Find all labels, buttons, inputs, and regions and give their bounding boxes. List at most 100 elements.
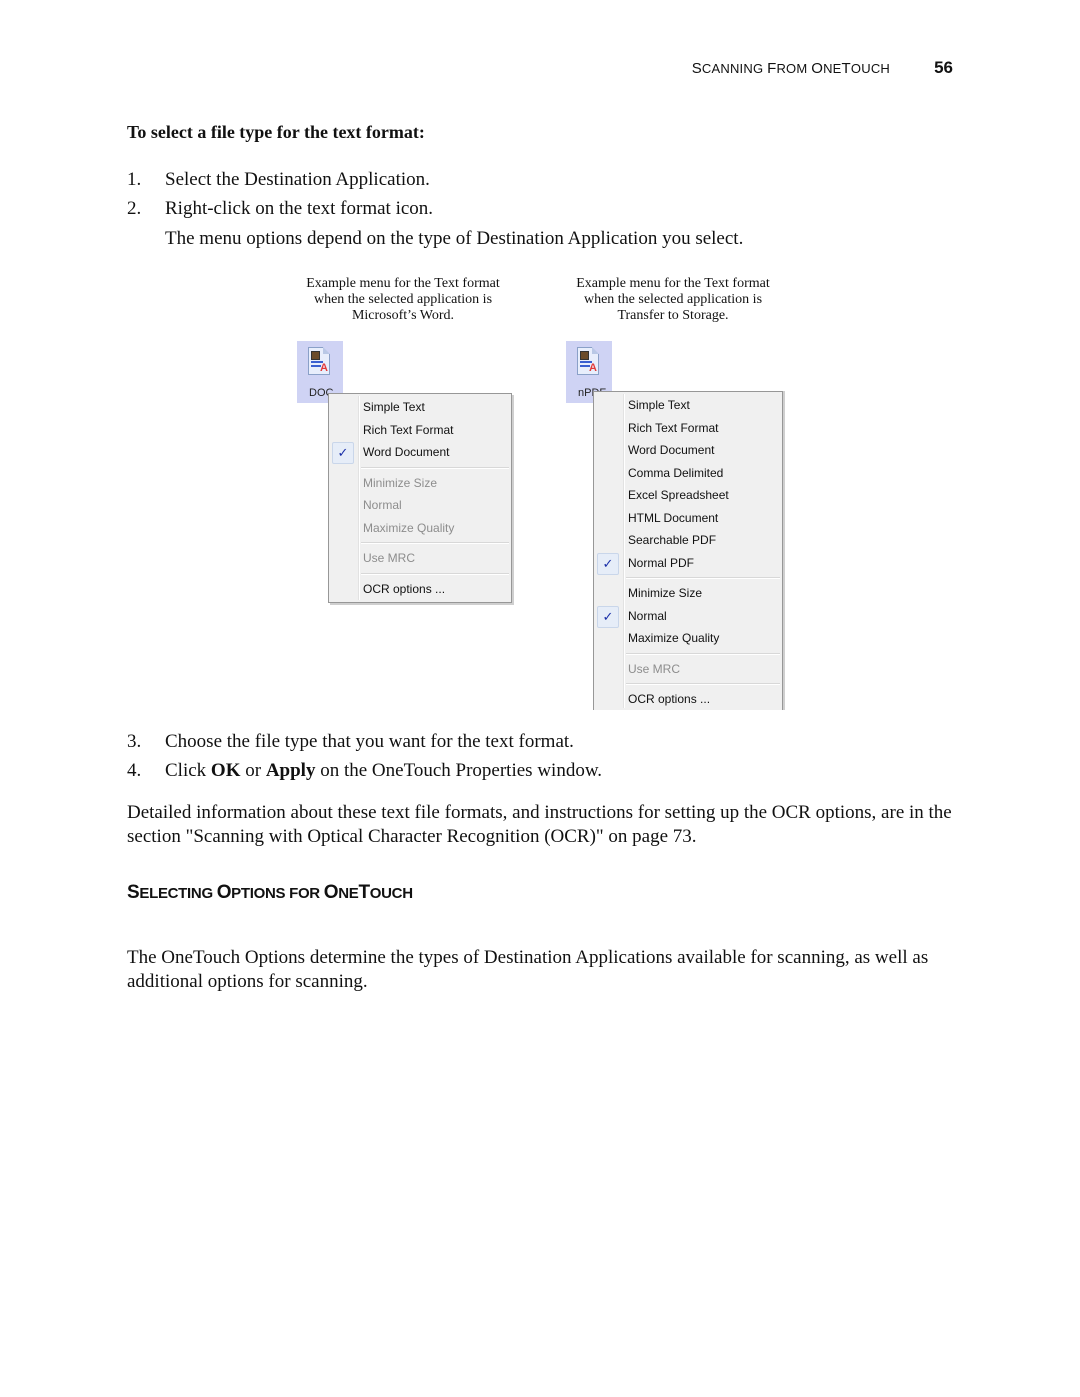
step-text: Choose the file type that you want for t…: [165, 731, 574, 752]
menu-item-simple-text[interactable]: Simple Text: [594, 394, 782, 417]
apply-label: Apply: [265, 760, 316, 781]
menu-item-label: Use MRC: [363, 551, 416, 565]
menu-item-minimize-size: Minimize Size: [329, 472, 511, 495]
smallcap-rest: OUCH: [850, 61, 890, 76]
context-menu-word: Simple Text Rich Text Format ✓ Word Documen…: [328, 393, 512, 603]
step-text: Click: [165, 760, 211, 781]
figure-caption-word: Example menu for the Text format when th…: [283, 276, 523, 324]
step-number: 2.: [127, 198, 142, 219]
menu-item-label: Normal PDF: [628, 555, 695, 570]
smallcap-rest: NE: [338, 885, 359, 902]
checkmark-icon: ✓: [597, 552, 619, 575]
menu-item-label: Word Document: [363, 445, 450, 459]
menu-item-label: Minimize Size: [628, 586, 703, 600]
ok-label: OK: [210, 760, 241, 781]
menu-item-label: OCR options ...: [363, 581, 446, 596]
section-heading: SELECTING OPTIONS FOR ONETOUCH: [127, 882, 413, 904]
menu-separator: [361, 466, 509, 469]
step-text: Select the Destination Application.: [165, 169, 430, 190]
menu-item-label: Use MRC: [628, 661, 681, 676]
caption-line: Transfer to Storage.: [617, 308, 729, 323]
menu-item-normal-pdf[interactable]: ✓ Normal PDF: [594, 552, 782, 575]
picture-glyph: [311, 351, 320, 360]
page-number: 56: [934, 58, 953, 77]
step-number: 3.: [127, 731, 142, 752]
procedure-heading: To select a file type for the text forma…: [127, 122, 425, 142]
menu-item-minimize-size[interactable]: Minimize Size: [594, 582, 782, 605]
menu-item-normal[interactable]: ✓ Normal: [594, 605, 782, 628]
menu-item-html-document[interactable]: HTML Document: [594, 507, 782, 530]
menu-item-rich-text-format[interactable]: Rich Text Format: [594, 417, 782, 440]
smallcap: O: [811, 60, 824, 77]
menu-item-ocr-options[interactable]: OCR options ...: [594, 688, 782, 710]
menu-item-searchable-pdf[interactable]: Searchable PDF: [594, 529, 782, 552]
menu-item-label: Excel Spreadsheet: [628, 488, 729, 502]
figure-caption-storage: Example menu for the Text format when th…: [553, 276, 793, 324]
menu-item-label: OCR options ...: [628, 692, 711, 706]
caption-line: Microsoft’s Word.: [351, 308, 455, 323]
menu-separator: [626, 577, 780, 579]
running-head: SCANNING FROM ONETOUCH 56: [0, 58, 1080, 82]
step-text: Right-click on the text format icon.: [165, 198, 434, 219]
menu-item-label: Simple Text: [363, 400, 425, 414]
step-1: 1. Select the Destination Application.: [127, 169, 430, 191]
smallcap: T: [358, 882, 370, 903]
menu-item-label: Searchable PDF: [628, 533, 717, 547]
menu-separator: [626, 652, 780, 655]
smallcap: S: [127, 882, 140, 903]
menu-item-comma-delimited[interactable]: Comma Delimited: [594, 462, 782, 485]
menu-item-simple-text[interactable]: Simple Text: [329, 396, 511, 419]
step-number: 1.: [127, 169, 142, 190]
menu-item-excel-spreadsheet[interactable]: Excel Spreadsheet: [594, 484, 782, 507]
step-3: 3. Choose the file type that you want for…: [127, 731, 574, 753]
menu-item-use-mrc: Use MRC: [329, 547, 511, 570]
smallcap-rest: ELECTING: [139, 885, 217, 902]
step-note: The menu options depend on the type of D…: [165, 228, 744, 249]
step-4: 4. Click OK or Apply on the OneTouch Prop…: [127, 760, 602, 782]
menu-item-label: Maximize Quality: [363, 520, 455, 535]
letter-a-glyph: A: [589, 362, 597, 374]
menu-item-label: Rich Text Format: [363, 422, 454, 437]
menu-item-label: Normal: [363, 498, 402, 512]
menu-separator: [361, 542, 509, 544]
smallcap-rest: PTIONS FOR: [231, 885, 324, 902]
caption-line: Example menu for the Text format: [306, 276, 500, 291]
menu-item-label: Normal: [628, 608, 667, 623]
smallcap: O: [323, 882, 339, 903]
menu-item-word-document[interactable]: Word Document: [594, 439, 782, 462]
menu-item-use-mrc: Use MRC: [594, 658, 782, 681]
running-head-section: SCANNING FROM ONETOUCH: [692, 60, 890, 77]
section-body: The OneTouch Options determine the types…: [127, 947, 929, 992]
menu-item-maximize-quality[interactable]: Maximize Quality: [594, 627, 782, 650]
picture-glyph: [580, 351, 589, 360]
step-text: on the OneTouch Properties window.: [315, 760, 603, 781]
caption-line: Example menu for the Text format: [576, 276, 770, 291]
menu-item-label: HTML Document: [628, 510, 719, 525]
menu-item-ocr-options[interactable]: OCR options ...: [329, 578, 511, 601]
context-menu-storage: Simple Text Rich Text Format Word Document…: [593, 391, 783, 710]
letter-a-glyph: A: [320, 362, 328, 374]
page-fold: [592, 347, 599, 354]
smallcap: T: [841, 60, 851, 77]
page-fold: [323, 347, 330, 354]
menu-item-word-document[interactable]: ✓ Word Document: [329, 441, 511, 464]
smallcap-rest: CANNING: [701, 61, 768, 76]
step-text: or: [240, 760, 266, 781]
menu-separator: [361, 572, 509, 575]
document-icon: A: [577, 347, 599, 375]
detail-paragraph: Detailed information about these text fi…: [127, 802, 952, 847]
document-icon: A: [308, 347, 330, 375]
caption-line: when the selected application is: [313, 292, 493, 307]
smallcap-rest: OUCH: [369, 885, 413, 902]
menu-separator: [626, 683, 780, 685]
menu-item-label: Simple Text: [628, 398, 690, 412]
checkmark-icon: ✓: [332, 442, 354, 464]
smallcap: S: [691, 60, 702, 77]
menu-item-label: Word Document: [628, 443, 715, 457]
caption-line: when the selected application is: [583, 292, 763, 307]
menu-item-label: Comma Delimited: [628, 465, 724, 480]
menu-item-label: Maximize Quality: [628, 631, 720, 645]
menu-item-rich-text-format[interactable]: Rich Text Format: [329, 419, 511, 442]
smallcap-rest: ROM: [776, 61, 812, 76]
checkmark-icon: ✓: [597, 605, 619, 628]
